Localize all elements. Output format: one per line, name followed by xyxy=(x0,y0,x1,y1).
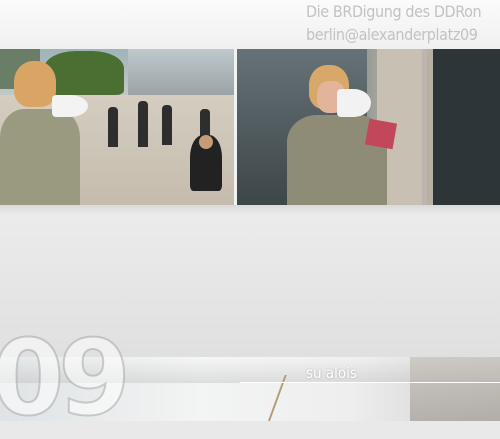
photo-woman-megaphone xyxy=(237,49,500,205)
year-number: 09 xyxy=(0,317,132,439)
photo-crouching-man xyxy=(190,135,222,191)
footer-line xyxy=(240,382,500,383)
photo-person xyxy=(162,105,172,145)
content-shadow xyxy=(0,205,500,215)
photo-doorframe xyxy=(427,49,500,205)
nav-link-su-alois[interactable]: su alois xyxy=(306,364,357,382)
photo-hair xyxy=(14,61,56,107)
megaphone-icon xyxy=(52,95,88,117)
header-bar: Die BRDigung des DDRon berlin@alexanderp… xyxy=(0,0,500,49)
megaphone-icon xyxy=(337,89,371,117)
photo-square-megaphone xyxy=(0,49,234,205)
photo-jacket xyxy=(0,109,80,205)
photo-person xyxy=(138,101,148,147)
photo-woman xyxy=(287,63,398,205)
photo-person xyxy=(108,107,118,147)
footer-building xyxy=(410,357,500,421)
photo-building xyxy=(128,49,234,95)
book-icon xyxy=(364,118,398,150)
photo-face xyxy=(199,135,213,149)
page-subtitle: berlin@alexanderplatz09 xyxy=(306,25,478,44)
page-title: Die BRDigung des DDRon xyxy=(306,2,482,21)
photo-woman xyxy=(0,57,88,205)
